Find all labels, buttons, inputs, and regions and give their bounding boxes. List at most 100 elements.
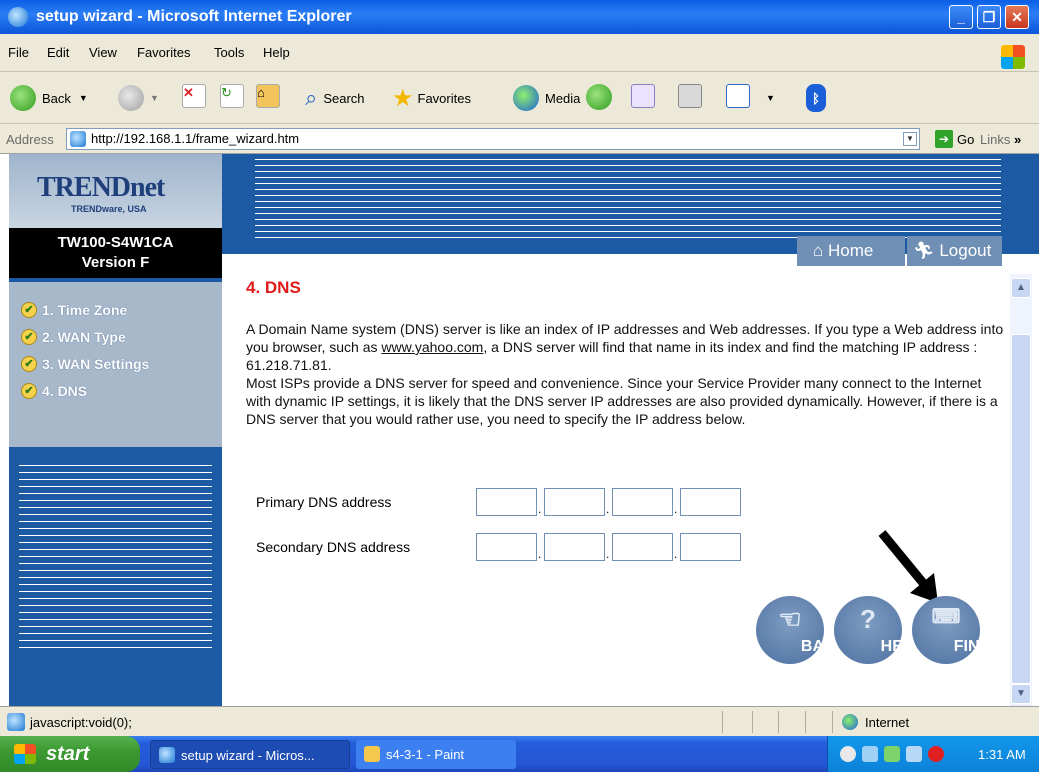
home-toolbar-icon[interactable]: ⌂ bbox=[256, 84, 280, 108]
primary-dns-octet-1[interactable] bbox=[476, 488, 537, 516]
secondary-dns-octet-3[interactable] bbox=[612, 533, 673, 561]
logo-area: TRENDnet TRENDware, USA bbox=[9, 154, 222, 228]
media-button[interactable]: Media bbox=[513, 84, 580, 112]
yahoo-link[interactable]: www.yahoo.com bbox=[381, 339, 483, 355]
refresh-icon[interactable]: ↻ bbox=[220, 84, 244, 108]
task-paint[interactable]: s4-3-1 - Paint bbox=[356, 740, 516, 769]
go-button[interactable]: ➔ Go bbox=[935, 130, 974, 148]
address-dropdown-icon[interactable]: ▼ bbox=[903, 132, 917, 146]
logout-button[interactable]: 🏃︎ Logout bbox=[907, 236, 1002, 266]
address-bar: Address http://192.168.1.1/frame_wizard.… bbox=[0, 124, 1039, 154]
close-button[interactable]: ✕ bbox=[1005, 5, 1029, 29]
menu-tools[interactable]: Tools bbox=[214, 45, 244, 60]
menu-help[interactable]: Help bbox=[263, 45, 290, 60]
home-button[interactable]: ⌂ Home bbox=[797, 236, 905, 266]
wizard-sidebar: TRENDnet TRENDware, USA TW100-S4W1CA Ver… bbox=[9, 154, 222, 706]
status-text: javascript:void(0); bbox=[30, 715, 132, 730]
status-divider bbox=[752, 711, 753, 733]
address-url: http://192.168.1.1/frame_wizard.htm bbox=[91, 131, 300, 146]
minimize-button[interactable]: _ bbox=[949, 5, 973, 29]
ie-task-icon bbox=[159, 747, 175, 763]
task-label: setup wizard - Micros... bbox=[181, 748, 315, 763]
menu-view[interactable]: View bbox=[89, 45, 117, 60]
address-label: Address bbox=[6, 132, 54, 147]
step-label: 2. WAN Type bbox=[42, 329, 126, 345]
edit-dropdown-icon[interactable]: ▼ bbox=[766, 84, 775, 112]
windows-logo-icon bbox=[1001, 45, 1025, 69]
edit-icon[interactable] bbox=[726, 84, 750, 108]
step-label: 3. WAN Settings bbox=[42, 356, 150, 372]
security-zone: Internet bbox=[865, 715, 910, 730]
vertical-scrollbar[interactable]: ▲ ▼ bbox=[1010, 274, 1032, 706]
status-divider bbox=[805, 711, 806, 733]
media-label: Media bbox=[545, 90, 581, 106]
page-icon bbox=[70, 131, 86, 147]
print-icon[interactable] bbox=[678, 84, 702, 108]
go-arrow-icon: ➔ bbox=[935, 130, 953, 148]
search-button[interactable]: ⌕ Search bbox=[305, 84, 365, 112]
links-button[interactable]: Links » bbox=[980, 132, 1021, 147]
dns-description: A Domain Name system (DNS) server is lik… bbox=[246, 320, 1006, 374]
trendware-subtitle: TRENDware, USA bbox=[71, 204, 147, 214]
secondary-dns-octet-2[interactable] bbox=[544, 533, 605, 561]
step-wan-type[interactable]: ✔ 2. WAN Type bbox=[21, 329, 126, 345]
search-icon: ⌕ bbox=[305, 85, 318, 110]
window-title: setup wizard - Microsoft Internet Explor… bbox=[36, 8, 352, 25]
task-setup-wizard[interactable]: setup wizard - Micros... bbox=[150, 740, 350, 769]
search-label: Search bbox=[323, 90, 365, 106]
primary-dns-octet-3[interactable] bbox=[612, 488, 673, 516]
primary-dns-octet-4[interactable] bbox=[680, 488, 741, 516]
back-button[interactable]: Back ▼ bbox=[10, 84, 88, 112]
finish-button[interactable]: ⌨ FINISH bbox=[912, 596, 1006, 664]
primary-dns-octet-2[interactable] bbox=[544, 488, 605, 516]
dot-separator: . bbox=[538, 547, 542, 561]
scroll-down-icon[interactable]: ▼ bbox=[1011, 684, 1031, 704]
menu-edit[interactable]: Edit bbox=[47, 45, 69, 60]
star-icon: ★ bbox=[392, 84, 414, 112]
home-icon: ⌂ bbox=[813, 241, 824, 260]
system-tray: 1:31 AM bbox=[827, 736, 1039, 772]
status-divider bbox=[832, 711, 833, 733]
check-icon: ✔ bbox=[21, 329, 37, 345]
model-version: Version F bbox=[81, 254, 150, 271]
history-icon[interactable] bbox=[586, 84, 612, 110]
web-page: TRENDnet TRENDware, USA TW100-S4W1CA Ver… bbox=[0, 154, 1039, 706]
favorites-button[interactable]: ★ Favorites bbox=[392, 84, 471, 112]
back-hand-icon: ☜ bbox=[778, 604, 802, 634]
stop-icon[interactable]: ✕ bbox=[182, 84, 206, 108]
title-bar: setup wizard - Microsoft Internet Explor… bbox=[0, 0, 1039, 34]
step-wan-settings[interactable]: ✔ 3. WAN Settings bbox=[21, 356, 149, 372]
tray-app-icon-2[interactable] bbox=[906, 746, 922, 762]
network-icon[interactable] bbox=[862, 746, 878, 762]
tray-expand-icon[interactable] bbox=[840, 746, 856, 762]
paint-icon bbox=[364, 746, 380, 762]
step-dns[interactable]: ✔ 4. DNS bbox=[21, 383, 87, 399]
maximize-button[interactable]: ❐ bbox=[977, 5, 1001, 29]
forward-button[interactable]: ▼ bbox=[118, 84, 159, 112]
logout-icon: 🏃︎ bbox=[913, 241, 935, 260]
tray-alert-icon[interactable] bbox=[928, 746, 944, 762]
header-stripes bbox=[255, 154, 1001, 242]
menu-file[interactable]: File bbox=[8, 45, 29, 60]
secondary-dns-octet-4[interactable] bbox=[680, 533, 741, 561]
secondary-dns-label: Secondary DNS address bbox=[256, 539, 411, 555]
help-button[interactable]: ? HELP bbox=[834, 596, 923, 664]
tray-app-icon[interactable] bbox=[884, 746, 900, 762]
status-divider bbox=[722, 711, 723, 733]
step-time-zone[interactable]: ✔ 1. Time Zone bbox=[21, 302, 127, 318]
favorites-label: Favorites bbox=[417, 90, 471, 106]
start-button[interactable]: start bbox=[0, 736, 140, 772]
dot-separator: . bbox=[674, 502, 678, 516]
mail-icon[interactable] bbox=[631, 84, 655, 108]
secondary-dns-octet-1[interactable] bbox=[476, 533, 537, 561]
clock: 1:31 AM bbox=[978, 747, 1026, 762]
home-label: Home bbox=[828, 241, 874, 260]
model-name: TW100-S4W1CA bbox=[57, 234, 174, 251]
bluetooth-icon[interactable]: ᛒ bbox=[806, 84, 826, 112]
address-input[interactable]: http://192.168.1.1/frame_wizard.htm bbox=[66, 128, 920, 150]
back-wizard-button[interactable]: ☜ BACK bbox=[756, 596, 847, 664]
scroll-thumb[interactable] bbox=[1011, 334, 1031, 684]
scroll-up-icon[interactable]: ▲ bbox=[1011, 278, 1031, 298]
finish-button-label: FINISH bbox=[953, 638, 1007, 655]
menu-favorites[interactable]: Favorites bbox=[137, 45, 190, 60]
